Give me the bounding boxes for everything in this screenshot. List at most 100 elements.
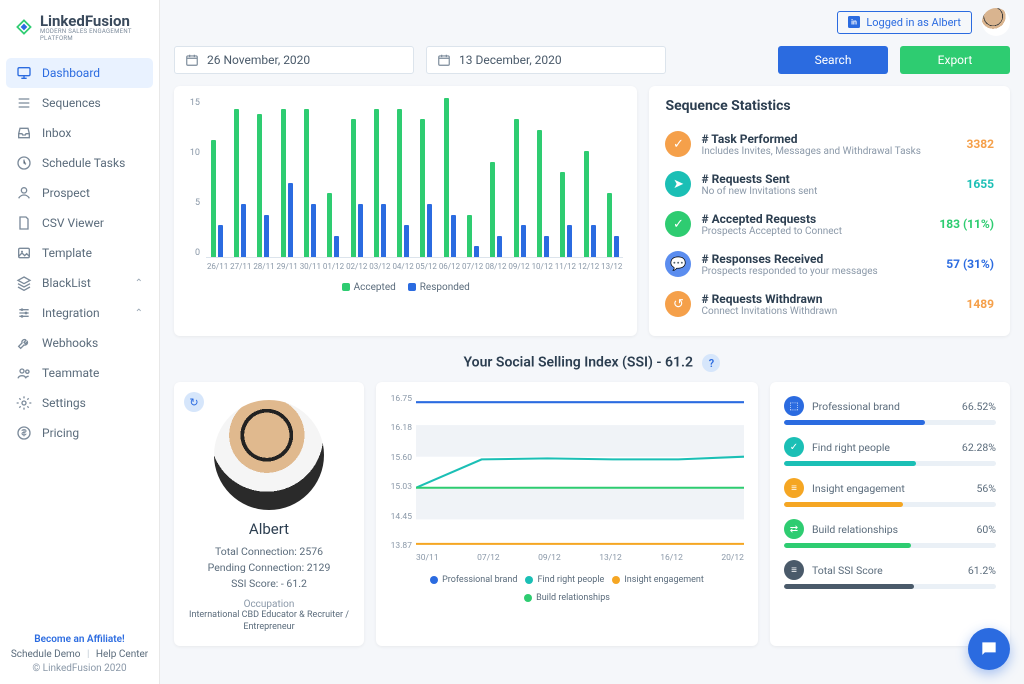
affiliate-link[interactable]: Become an Affiliate! xyxy=(10,634,149,645)
layers-icon xyxy=(16,275,32,291)
nav-item-sequences[interactable]: Sequences xyxy=(6,88,153,118)
topbar: in Logged in as Albert xyxy=(837,8,1010,36)
nav-item-teammate[interactable]: Teammate xyxy=(6,358,153,388)
profile-occ-label: Occupation xyxy=(184,599,354,610)
nav-item-inbox[interactable]: Inbox xyxy=(6,118,153,148)
line-x-axis: 30/1107/1209/1213/1216/1220/12 xyxy=(416,553,744,569)
image-icon xyxy=(16,245,32,261)
stat-icon: ✓ xyxy=(665,211,691,237)
nav-label: Dashboard xyxy=(42,66,100,80)
monitor-icon xyxy=(16,65,32,81)
nav-label: Webhooks xyxy=(42,336,98,350)
copyright: © LinkedFusion 2020 xyxy=(10,663,149,674)
metric-icon: ≡ xyxy=(784,560,804,580)
dollar-icon xyxy=(16,425,32,441)
schedule-demo-link[interactable]: Schedule Demo xyxy=(11,649,81,660)
nav-item-prospect[interactable]: Prospect xyxy=(6,178,153,208)
nav-item-settings[interactable]: Settings xyxy=(6,388,153,418)
line-y-axis: 16.7516.1815.6015.0314.4513.87 xyxy=(386,394,416,551)
nav-item-csv-viewer[interactable]: CSV Viewer xyxy=(6,208,153,238)
chevron-up-icon: ⌃ xyxy=(135,278,143,289)
line-legend: Professional brandFind right peopleInsig… xyxy=(386,575,748,603)
metric-value: 62.28% xyxy=(962,441,996,454)
bar-legend: Accepted Responded xyxy=(184,282,627,293)
metric-value: 66.52% xyxy=(962,400,996,413)
nav-item-webhooks[interactable]: Webhooks xyxy=(6,328,153,358)
stat-icon: ➤ xyxy=(665,171,691,197)
stat-value: 1489 xyxy=(966,297,994,311)
login-badge[interactable]: in Logged in as Albert xyxy=(837,11,972,34)
profile-occupation: International CBD Educator & Recruiter /… xyxy=(184,610,354,633)
stat-subtitle: Connect Invitations Withdrawn xyxy=(701,306,837,317)
legend-responded: Responded xyxy=(420,282,470,293)
stat-subtitle: No of new Invitations sent xyxy=(701,186,817,197)
nav-item-template[interactable]: Template xyxy=(6,238,153,268)
metric-row: ≡Insight engagement56% xyxy=(784,478,996,507)
bar-x-axis: 26/1127/1128/1129/1130/1101/1202/1203/12… xyxy=(206,260,623,278)
nav-label: Integration xyxy=(42,306,100,320)
stat-icon: ↺ xyxy=(665,291,691,317)
nav-label: Template xyxy=(42,246,92,260)
nav-label: Inbox xyxy=(42,126,71,140)
date-to-input[interactable]: 13 December, 2020 xyxy=(426,46,666,74)
stat-title: # Requests Sent xyxy=(701,172,817,186)
refresh-button[interactable]: ↻ xyxy=(184,392,204,412)
nav-label: BlackList xyxy=(42,276,91,290)
stat-subtitle: Prospects responded to your messages xyxy=(701,266,877,277)
metric-name: Find right people xyxy=(812,441,890,454)
help-icon[interactable]: ? xyxy=(702,354,720,372)
nav-item-dashboard[interactable]: Dashboard xyxy=(6,58,153,88)
chat-fab[interactable] xyxy=(968,628,1010,670)
stat-value: 3382 xyxy=(966,137,994,151)
nav-item-schedule-tasks[interactable]: Schedule Tasks xyxy=(6,148,153,178)
sidebar-footer: Become an Affiliate! Schedule Demo | Hel… xyxy=(0,626,159,684)
user-icon xyxy=(16,185,32,201)
metric-name: Insight engagement xyxy=(812,482,905,495)
calendar-icon xyxy=(185,53,199,67)
metric-name: Professional brand xyxy=(812,400,900,413)
ssi-heading: Your Social Selling Index (SSI) - 61.2 ? xyxy=(174,354,1010,372)
metric-value: 61.2% xyxy=(968,564,996,577)
profile-total-conn: Total Connection: 2576 xyxy=(184,544,354,560)
search-button[interactable]: Search xyxy=(778,46,888,74)
nav-label: CSV Viewer xyxy=(42,216,104,230)
stat-value: 57 (31%) xyxy=(946,257,994,271)
gear-icon xyxy=(16,395,32,411)
linkedin-icon: in xyxy=(848,16,860,28)
stat-row: ↺# Requests WithdrawnConnect Invitations… xyxy=(665,284,994,324)
profile-ssi: SSI Score: - 61.2 xyxy=(184,576,354,592)
nav-item-blacklist[interactable]: BlackList ⌃ xyxy=(6,268,153,298)
date-from-input[interactable]: 26 November, 2020 xyxy=(174,46,414,74)
nav-label: Settings xyxy=(42,396,86,410)
stat-row: ✓# Task PerformedIncludes Invites, Messa… xyxy=(665,124,994,164)
export-button[interactable]: Export xyxy=(900,46,1010,74)
stat-subtitle: Prospects Accepted to Connect xyxy=(701,226,842,237)
nav-label: Pricing xyxy=(42,426,79,440)
nav-label: Prospect xyxy=(42,186,90,200)
stat-row: ➤ # Requests SentNo of new Invitations se… xyxy=(665,164,994,204)
profile-pending-conn: Pending Connection: 2129 xyxy=(184,560,354,576)
nav-item-pricing[interactable]: Pricing xyxy=(6,418,153,448)
tool-icon xyxy=(16,335,32,351)
stat-value: 183 (11%) xyxy=(939,217,994,231)
nav-label: Sequences xyxy=(42,96,101,110)
avatar[interactable] xyxy=(982,8,1010,36)
profile-name: Albert xyxy=(184,520,354,538)
sidebar: LinkedFusion MODERN SALES ENGAGEMENT PLA… xyxy=(0,0,160,684)
sliders-icon xyxy=(16,305,32,321)
stats-title: Sequence Statistics xyxy=(665,98,994,114)
clock-icon xyxy=(16,155,32,171)
stat-row: ✓# Accepted RequestsProspects Accepted t… xyxy=(665,204,994,244)
chat-icon xyxy=(979,639,999,659)
legend-accepted: Accepted xyxy=(354,282,396,293)
logo-icon xyxy=(14,15,34,39)
stat-value: 1655 xyxy=(966,177,994,191)
users-icon xyxy=(16,365,32,381)
nav-item-integration[interactable]: Integration ⌃ xyxy=(6,298,153,328)
metric-row: ⬚Professional brand66.52% xyxy=(784,396,996,425)
metric-icon: ≡ xyxy=(784,478,804,498)
metric-icon: ⇄ xyxy=(784,519,804,539)
chevron-up-icon: ⌃ xyxy=(135,308,143,319)
help-center-link[interactable]: Help Center xyxy=(96,649,148,660)
nav-label: Teammate xyxy=(42,366,99,380)
